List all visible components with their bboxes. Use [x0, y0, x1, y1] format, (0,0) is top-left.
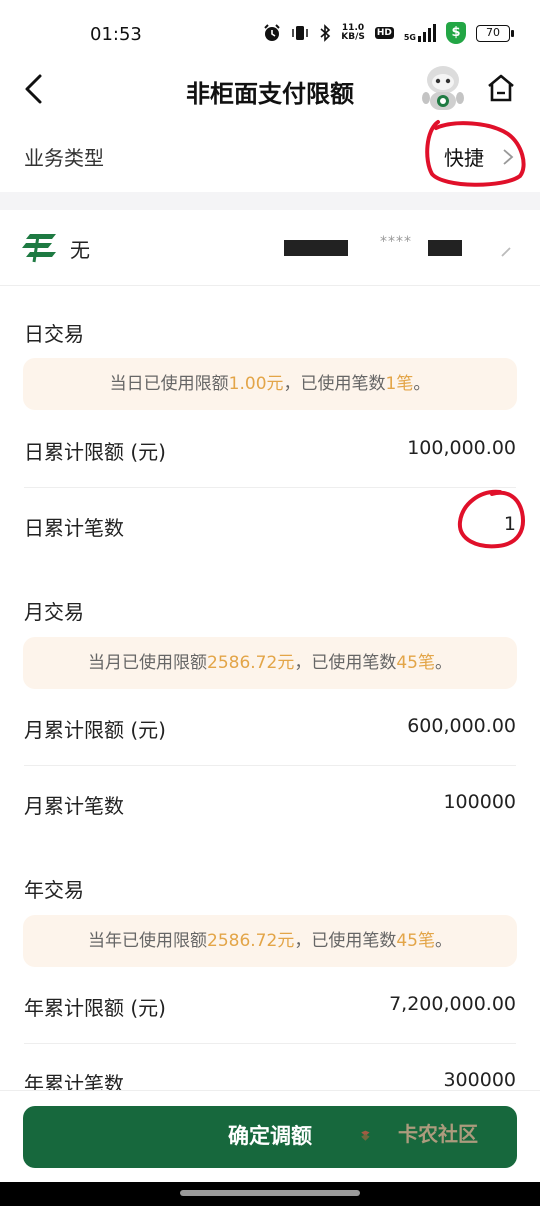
- notice-count: 1笔: [385, 374, 414, 394]
- notice-amount: 2586.72元: [207, 931, 295, 951]
- notice-text: 。: [434, 653, 452, 673]
- section-divider: [0, 192, 540, 210]
- vibrate-icon: [292, 26, 308, 40]
- status-time: 01:53: [90, 24, 142, 45]
- annotation-circle: [457, 489, 525, 549]
- daily-count-label: 日累计笔数: [24, 516, 124, 540]
- notice-text: ，已使用笔数: [283, 374, 386, 394]
- notice-text: 。: [413, 374, 431, 394]
- notice-text: 。: [434, 931, 452, 951]
- yearly-limit-row[interactable]: 年累计限额 (元) 7,200,000.00: [24, 968, 516, 1044]
- home-icon[interactable]: [486, 72, 516, 104]
- account-name: 无: [70, 238, 90, 262]
- yearly-limit-value[interactable]: 7,200,000.00: [389, 993, 516, 1015]
- hd-badge: HD: [374, 27, 394, 39]
- system-navigation-bar: [0, 1182, 540, 1206]
- postal-bank-logo-icon: [22, 234, 56, 263]
- monthly-limit-row[interactable]: 月累计限额 (元) 600,000.00: [24, 690, 516, 766]
- chevron-right-icon: [501, 247, 511, 257]
- notice-amount: 2586.72元: [207, 653, 295, 673]
- daily-section-title: 日交易: [24, 322, 84, 346]
- watermark-text: 卡农社区: [398, 1122, 478, 1146]
- alarm-icon: [264, 24, 280, 41]
- yearly-limit-label: 年累计限额 (元): [24, 996, 166, 1020]
- redaction-bar: [284, 240, 348, 256]
- business-type-label: 业务类型: [24, 146, 104, 170]
- daily-limit-value[interactable]: 100,000.00: [407, 437, 516, 459]
- notice-count: 45笔: [396, 653, 435, 673]
- monthly-count-value[interactable]: 100000: [443, 791, 516, 813]
- robot-assistant-icon[interactable]: [418, 62, 468, 116]
- signal-label: 5G: [403, 33, 416, 42]
- status-icons: 11.0 KB/S HD 5G $ 70: [263, 22, 514, 44]
- watermark-logo-icon: [361, 1130, 370, 1141]
- home-indicator[interactable]: [180, 1190, 360, 1196]
- redaction-bar: [428, 240, 462, 256]
- account-masked-number: ****: [380, 234, 412, 250]
- net-speed: 11.0 KB/S: [341, 24, 365, 42]
- notice-amount: 1.00元: [228, 374, 284, 394]
- yearly-usage-notice: 当年已使用限额2586.72元，已使用笔数45笔。: [23, 915, 517, 967]
- daily-usage-notice: 当日已使用限额1.00元，已使用笔数1笔。: [23, 358, 517, 410]
- monthly-usage-notice: 当月已使用限额2586.72元，已使用笔数45笔。: [23, 637, 517, 689]
- yearly-section-title: 年交易: [24, 878, 84, 902]
- daily-limit-row[interactable]: 日累计限额 (元) 100,000.00: [24, 412, 516, 488]
- net-speed-unit: KB/S: [341, 32, 365, 42]
- monthly-limit-value[interactable]: 600,000.00: [407, 715, 516, 737]
- signal-icon: 5G: [404, 24, 436, 42]
- account-row[interactable]: 无 ****: [0, 210, 540, 286]
- notice-text: 当日已使用限额: [109, 374, 229, 394]
- shield-icon: $: [446, 22, 466, 44]
- monthly-count-row[interactable]: 月累计笔数 100000: [24, 766, 516, 842]
- notice-text: ，已使用笔数: [294, 931, 397, 951]
- monthly-count-label: 月累计笔数: [24, 794, 124, 818]
- daily-limit-label: 日累计限额 (元): [24, 440, 166, 464]
- annotation-circle: [425, 120, 526, 187]
- notice-text: 当月已使用限额: [88, 653, 208, 673]
- bluetooth-icon: [320, 24, 331, 42]
- status-bar: 01:53 11.0 KB/S HD 5G $ 70: [0, 0, 540, 66]
- notice-text: 当年已使用限额: [88, 931, 208, 951]
- notice-count: 45笔: [396, 931, 435, 951]
- yearly-count-value[interactable]: 300000: [443, 1069, 516, 1091]
- monthly-section-title: 月交易: [24, 600, 84, 624]
- daily-count-row[interactable]: 日累计笔数 1: [24, 488, 516, 564]
- notice-text: ，已使用笔数: [294, 653, 397, 673]
- monthly-limit-label: 月累计限额 (元): [24, 718, 166, 742]
- header: 非柜面支付限额: [0, 60, 540, 120]
- battery-icon: 70: [476, 24, 514, 42]
